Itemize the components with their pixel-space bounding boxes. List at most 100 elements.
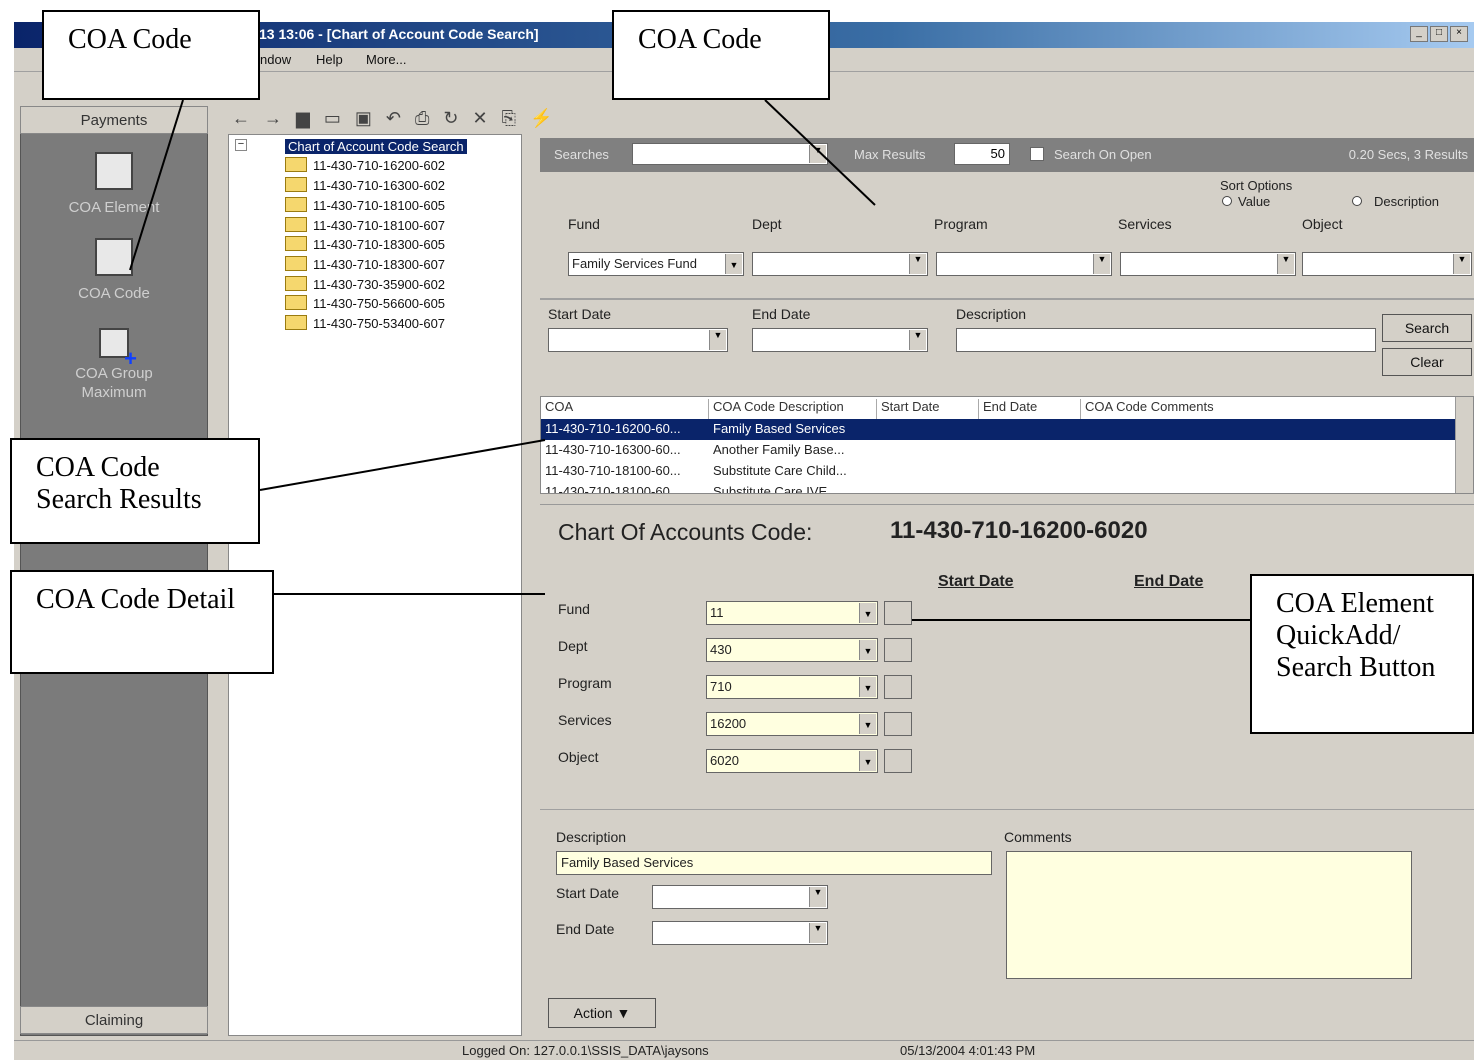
save-icon[interactable]: ▣: [355, 108, 372, 129]
object-dropdown[interactable]: ▼: [1302, 252, 1472, 276]
add-icon: +: [99, 328, 137, 370]
results-grid: COA COA Code Description Start Date End …: [540, 396, 1474, 494]
description-input[interactable]: [956, 328, 1376, 352]
nav-item-coa-code[interactable]: COA Code: [20, 238, 208, 303]
delete-icon[interactable]: ✕: [472, 108, 487, 129]
tree-item[interactable]: 11-430-710-18300-605: [285, 236, 445, 252]
sort-value-radio[interactable]: [1222, 196, 1232, 206]
column-header-description[interactable]: COA Code Description: [709, 399, 877, 419]
nav-item-coa-group-maximum[interactable]: + COA Group Maximum: [20, 328, 208, 402]
detail-start-date-header: Start Date: [938, 573, 1014, 590]
description-detail-input[interactable]: Family Based Services: [556, 851, 992, 875]
services-detail-label: Services: [558, 712, 612, 728]
table-row[interactable]: 11-430-710-18100-60... Substitute Care C…: [541, 461, 1457, 482]
tree-item[interactable]: 11-430-710-18300-607: [285, 256, 445, 272]
start-date-dropdown[interactable]: ▼: [548, 328, 728, 352]
menu-window[interactable]: ndow: [260, 52, 291, 67]
detail-heading-value: 11-430-710-16200-6020: [890, 517, 1148, 544]
detail-start-date-label: Start Date: [556, 885, 620, 901]
program-quickadd-button[interactable]: [884, 675, 912, 699]
action-button[interactable]: Action ▼: [548, 998, 656, 1028]
undo-icon[interactable]: ↶: [386, 108, 401, 129]
object-label: Object: [1302, 216, 1343, 232]
program-dropdown[interactable]: ▼: [936, 252, 1112, 276]
callout-coa-code-right: COA Code: [612, 10, 830, 100]
detail-heading-label: Chart Of Accounts Code:: [558, 519, 813, 545]
new-icon[interactable]: ▭: [324, 108, 341, 129]
column-header-end-date[interactable]: End Date: [979, 399, 1081, 419]
table-row[interactable]: 11-430-710-18100-60... Substitute Care I…: [541, 482, 1457, 493]
folder-icon: [285, 197, 307, 212]
refresh-icon[interactable]: ↻: [443, 108, 458, 129]
detail-start-date-dropdown[interactable]: ▼: [652, 885, 828, 909]
column-header-coa[interactable]: COA: [541, 399, 709, 419]
grid-scrollbar[interactable]: [1455, 397, 1473, 493]
max-results-input[interactable]: 50: [954, 143, 1010, 165]
folder-icon: [285, 295, 307, 310]
nav-footer-claiming[interactable]: Claiming: [20, 1006, 208, 1034]
table-row[interactable]: 11-430-710-16300-60... Another Family Ba…: [541, 440, 1457, 461]
column-header-start-date[interactable]: Start Date: [877, 399, 979, 419]
search-button[interactable]: Search: [1382, 314, 1472, 342]
back-icon[interactable]: ←: [232, 108, 250, 129]
program-detail-dropdown[interactable]: 710 ▼: [706, 675, 878, 699]
table-row[interactable]: 11-430-710-16200-60... Family Based Serv…: [541, 419, 1457, 440]
clear-button[interactable]: Clear: [1382, 348, 1472, 376]
nav-header-payments[interactable]: Payments: [20, 106, 208, 134]
search-bar: Searches ▼ Max Results 50 Search On Open…: [540, 138, 1474, 172]
dept-dropdown[interactable]: ▼: [752, 252, 928, 276]
object-detail-dropdown[interactable]: 6020 ▼: [706, 749, 878, 773]
dept-detail-dropdown[interactable]: 430 ▼: [706, 638, 878, 662]
tree-item[interactable]: 11-430-710-18100-605: [285, 197, 445, 213]
minimize-button[interactable]: _: [1410, 26, 1428, 42]
collapse-icon[interactable]: −: [235, 139, 247, 151]
callout-coa-code-left: COA Code: [42, 10, 260, 100]
services-dropdown[interactable]: ▼: [1120, 252, 1296, 276]
tree-item[interactable]: 11-430-730-35900-602: [285, 276, 445, 292]
dept-label: Dept: [752, 216, 782, 232]
menu-help[interactable]: Help: [316, 52, 343, 67]
comments-textarea[interactable]: [1006, 851, 1412, 979]
fund-dropdown[interactable]: Family Services Fund ▼: [568, 252, 744, 276]
logged-on-status: Logged On: 127.0.0.1\SSIS_DATA\jaysons: [462, 1043, 709, 1058]
program-detail-label: Program: [558, 675, 612, 691]
search-on-open-checkbox[interactable]: [1030, 147, 1044, 161]
folder-icon: [285, 157, 307, 172]
wizard-icon[interactable]: ⚡: [530, 108, 552, 129]
maximize-button[interactable]: □: [1430, 26, 1448, 42]
object-quickadd-button[interactable]: [884, 749, 912, 773]
document-icon: [95, 238, 133, 276]
folder-icon[interactable]: ▆: [296, 108, 310, 129]
export-icon[interactable]: ⎘: [502, 108, 516, 129]
status-bar: Logged On: 127.0.0.1\SSIS_DATA\jaysons 0…: [14, 1040, 1474, 1060]
services-quickadd-button[interactable]: [884, 712, 912, 736]
comments-label: Comments: [1004, 829, 1072, 845]
nav-item-label: COA Code: [78, 285, 150, 302]
close-button[interactable]: ×: [1450, 26, 1468, 42]
tree-item[interactable]: 11-430-750-56600-605: [285, 295, 445, 311]
fund-detail-dropdown[interactable]: 11 ▼: [706, 601, 878, 625]
tree-item[interactable]: 11-430-710-16300-602: [285, 177, 445, 193]
nav-item-label: COA Element: [68, 199, 160, 216]
end-date-dropdown[interactable]: ▼: [752, 328, 928, 352]
sort-description-radio[interactable]: [1352, 196, 1362, 206]
detail-end-date-dropdown[interactable]: ▼: [652, 921, 828, 945]
searches-dropdown[interactable]: ▼: [632, 143, 828, 165]
tree-item[interactable]: 11-430-710-16200-602: [285, 157, 445, 173]
services-detail-dropdown[interactable]: 16200 ▼: [706, 712, 878, 736]
tree-item[interactable]: 11-430-750-53400-607: [285, 315, 445, 331]
sort-options-label: Sort Options: [1220, 178, 1293, 193]
dept-quickadd-button[interactable]: [884, 638, 912, 662]
detail-end-date-header: End Date: [1134, 573, 1204, 590]
datetime-status: 05/13/2004 4:01:43 PM: [900, 1043, 1036, 1058]
tree-item[interactable]: 11-430-710-18100-607: [285, 217, 445, 233]
column-header-comments[interactable]: COA Code Comments: [1081, 399, 1457, 419]
print-icon[interactable]: ⎙: [415, 108, 429, 129]
forward-icon[interactable]: →: [264, 108, 282, 129]
tree-root[interactable]: Chart of Account Code Search: [285, 139, 467, 154]
nav-item-coa-element[interactable]: COA Element: [20, 152, 208, 217]
fund-quickadd-button[interactable]: [884, 601, 912, 625]
callout-search-results: COA Code Search Results: [10, 438, 260, 544]
folder-icon: [285, 315, 307, 330]
menu-more[interactable]: More...: [366, 52, 406, 67]
